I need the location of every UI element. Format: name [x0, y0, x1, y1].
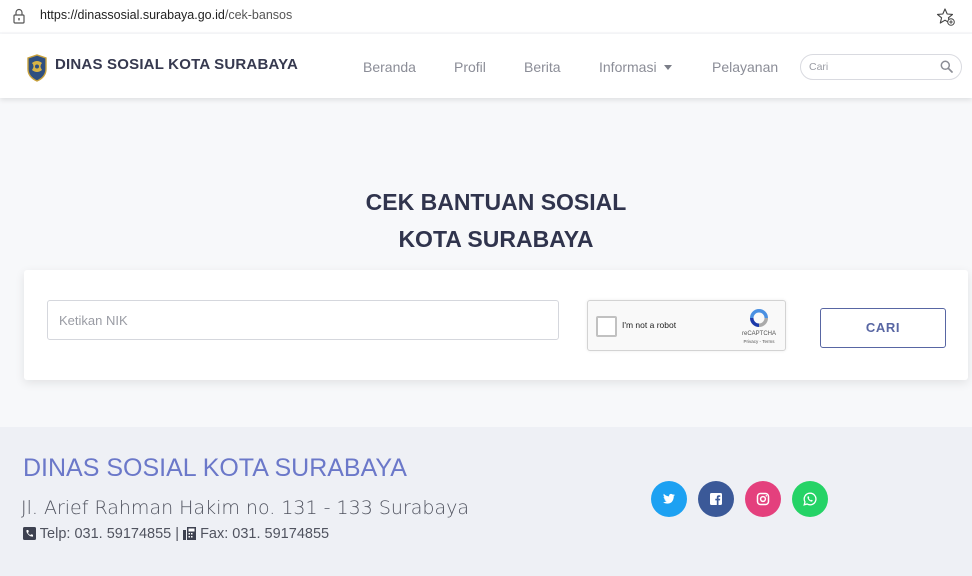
footer-fax: Fax: 031. 59174855: [200, 526, 330, 542]
recaptcha-label: I'm not a robot: [622, 320, 677, 330]
recaptcha-links[interactable]: Privacy - Terms: [734, 339, 784, 344]
nav-item-pelayanan[interactable]: Pelayanan: [712, 59, 778, 75]
nav-item-profil[interactable]: Profil: [454, 59, 486, 75]
page-title-line-2: KOTA SURABAYA: [398, 226, 594, 252]
phone-square-icon: [23, 527, 36, 540]
nav-item-beranda[interactable]: Beranda: [363, 59, 416, 75]
footer-title: DINAS SOSIAL KOTA SURABAYA: [23, 454, 407, 482]
browser-address-bar: https://dinassosial.surabaya.go.id/cek-b…: [0, 0, 972, 32]
url-path: /cek-bansos: [224, 8, 293, 22]
search-icon[interactable]: [940, 60, 953, 73]
nav-item-berita[interactable]: Berita: [524, 59, 561, 75]
twitter-button[interactable]: [651, 481, 687, 517]
page-title-line-1: CEK BANTUAN SOSIAL: [365, 189, 627, 215]
lock-icon: [13, 8, 25, 24]
bookmark-star-icon[interactable]: [936, 7, 956, 27]
nik-input-wrapper: [47, 300, 559, 340]
footer-address: Jl. Arief Rahman Hakim no. 131 - 133 Sur…: [21, 497, 469, 519]
recaptcha-widget: I'm not a robot reCAPTCHA Privacy - Term…: [587, 300, 786, 351]
url-host: https://dinassosial.surabaya.go.id: [40, 8, 225, 22]
fax-icon: [183, 527, 197, 540]
footer-contact: Telp: 031. 59174855 | Fax: 031. 59174855: [23, 526, 329, 542]
site-footer: DINAS SOSIAL KOTA SURABAYA Jl. Arief Rah…: [0, 427, 972, 576]
nav-item-informasi[interactable]: Informasi: [599, 59, 672, 75]
instagram-button[interactable]: [745, 481, 781, 517]
twitter-icon: [662, 493, 675, 504]
footer-telp: Telp: 031. 59174855: [39, 526, 172, 542]
nik-search-card: I'm not a robot reCAPTCHA Privacy - Term…: [24, 270, 968, 380]
footer-separator: |: [175, 526, 180, 542]
recaptcha-brand: reCAPTCHA: [741, 331, 776, 337]
recaptcha-logo-icon: [750, 309, 768, 327]
nav-item-informasi-label: Informasi: [599, 59, 657, 75]
nik-input[interactable]: [59, 311, 539, 329]
facebook-icon: [710, 493, 722, 505]
instagram-icon: [756, 492, 770, 506]
site-navbar: DINAS SOSIAL KOTA SURABAYA Beranda Profi…: [0, 34, 972, 98]
page-title: CEK BANTUAN SOSIAL KOTA SURABAYA: [0, 184, 972, 258]
cari-button[interactable]: CARI: [820, 308, 946, 348]
whatsapp-icon: [803, 492, 817, 506]
url-text[interactable]: https://dinassosial.surabaya.go.id/cek-b…: [40, 8, 292, 22]
caret-down-icon: [663, 65, 672, 70]
search-input[interactable]: [809, 58, 937, 76]
recaptcha-checkbox[interactable]: [596, 316, 617, 337]
search-box: [800, 54, 962, 80]
surabaya-crest-logo[interactable]: [26, 54, 48, 82]
facebook-button[interactable]: [698, 481, 734, 517]
whatsapp-button[interactable]: [792, 481, 828, 517]
site-brand-name[interactable]: DINAS SOSIAL KOTA SURABAYA: [55, 56, 298, 73]
